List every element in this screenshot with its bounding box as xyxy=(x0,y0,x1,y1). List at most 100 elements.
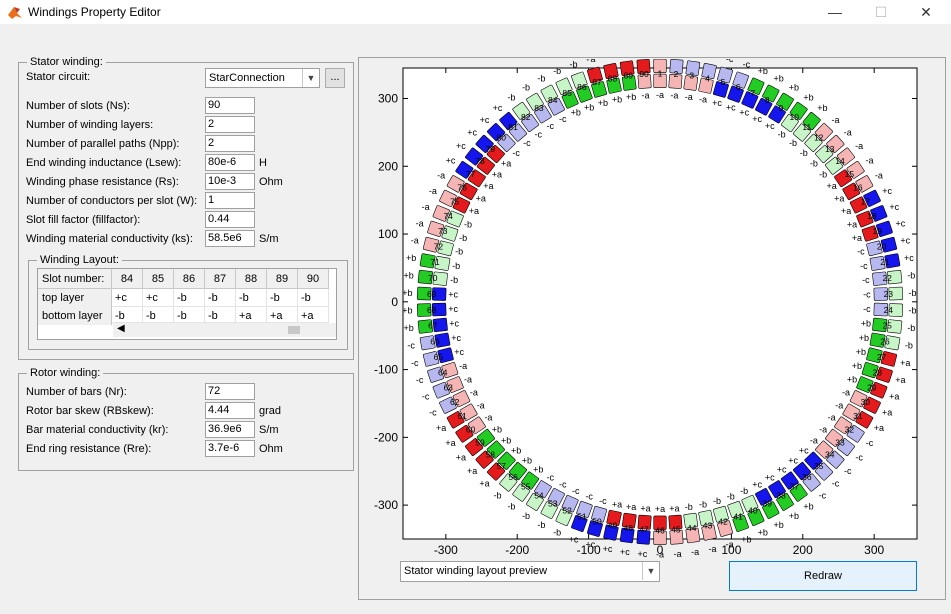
slot-number-label: 51 xyxy=(577,511,587,521)
top-phase-label: -c xyxy=(863,290,871,300)
top-phase-label: +c xyxy=(726,102,736,112)
bottom-phase-label: -a xyxy=(875,170,883,180)
rotor-field-label: Bar material conductivity (kr): xyxy=(26,424,169,436)
top-phase-label: -a xyxy=(459,361,467,371)
slot-number-label: 6 xyxy=(736,82,741,92)
top-layer-cell[interactable]: -b xyxy=(205,289,236,307)
top-phase-label: -a xyxy=(828,413,836,423)
rotor-field-input[interactable]: 36.9e6 xyxy=(205,421,255,438)
slot-number-label: 13 xyxy=(825,144,835,154)
top-phase-label: -c xyxy=(863,304,871,314)
slot-number-label: 18 xyxy=(867,211,877,221)
maximize-button[interactable]: ☐ xyxy=(858,0,904,24)
top-phase-label: -c xyxy=(547,121,555,131)
bottom-layer-cell[interactable]: -b xyxy=(143,307,174,323)
bottom-phase-label: -c xyxy=(726,59,734,64)
bottom-phase-label: +c xyxy=(585,540,595,550)
top-phase-label: -b xyxy=(713,496,721,506)
bottom-layer-cell[interactable]: +a xyxy=(236,307,267,323)
stator-field-input[interactable]: 2 xyxy=(205,116,255,133)
bottom-phase-label: -a xyxy=(437,170,445,180)
top-phase-label: +b xyxy=(626,92,636,102)
top-phase-label: -a xyxy=(810,435,818,445)
slot-number-label: 22 xyxy=(882,273,892,283)
slot-number-label: 5 xyxy=(721,77,726,87)
stator-field-input[interactable]: 80e-6 xyxy=(205,154,255,171)
stator-field-input[interactable]: 58.5e6 xyxy=(205,230,255,247)
bottom-layer-cell[interactable]: +a xyxy=(267,307,298,323)
slot-number-label: 70 xyxy=(428,273,438,283)
bottom-phase-label: -b xyxy=(909,306,917,316)
slot-number-label: 9 xyxy=(779,103,784,113)
top-phase-label: -b xyxy=(459,233,467,243)
bottom-layer-cell[interactable]: -b xyxy=(112,307,143,323)
bottom-layer-cell[interactable]: -b xyxy=(174,307,205,323)
stator-field-input[interactable]: 90 xyxy=(205,97,255,114)
slot-number-label: 14 xyxy=(835,156,845,166)
bottom-phase-label: -c xyxy=(422,391,430,401)
slot-number-label: 8 xyxy=(765,95,770,105)
stator-field-label: Number of winding layers: xyxy=(26,119,154,131)
slot-number-label: 81 xyxy=(508,122,518,132)
close-button[interactable]: ✕ xyxy=(903,0,949,24)
slot-number-label: 52 xyxy=(562,506,572,516)
top-phase-label: +c xyxy=(788,455,798,465)
stator-field-input[interactable]: 1 xyxy=(205,192,255,209)
rotor-field-unit: grad xyxy=(259,405,282,417)
slot-number-label: 19 xyxy=(873,226,883,236)
bottom-layer-cell[interactable]: +a xyxy=(298,307,329,323)
top-layer-cell[interactable]: -b xyxy=(267,289,298,307)
top-phase-label: +c xyxy=(451,333,461,343)
slot-number-label: 48 xyxy=(623,523,633,533)
top-phase-label: +a xyxy=(827,181,837,191)
top-layer-cell[interactable]: +c xyxy=(112,289,143,307)
stator-circuit-label: Stator circuit: xyxy=(26,71,91,83)
bottom-phase-label: +c xyxy=(456,141,466,151)
stator-field-input[interactable]: 0.44 xyxy=(205,211,255,228)
browse-circuit-button[interactable]: ... xyxy=(325,68,345,88)
top-layer-cell[interactable]: +c xyxy=(143,289,174,307)
bottom-phase-label: +a xyxy=(882,408,892,418)
bottom-phase-label: +b xyxy=(774,74,784,84)
preview-mode-select[interactable]: Stator winding layout preview ▼ xyxy=(400,561,660,582)
stator-field-label: Winding material conductivity (ks): xyxy=(26,233,193,245)
column-header-slot: 86 xyxy=(174,269,205,289)
top-layer-cell[interactable]: -b xyxy=(298,289,329,307)
slot-number-label: 57 xyxy=(497,461,507,471)
slot-number-label: 64 xyxy=(438,367,448,377)
stator-field-input[interactable]: 2 xyxy=(205,135,255,152)
stator-field-unit: S/m xyxy=(259,233,279,245)
stator-field-input[interactable]: 10e-3 xyxy=(205,173,255,190)
top-layer-cell[interactable]: -b xyxy=(174,289,205,307)
stator-winding-legend: Stator winding: xyxy=(27,56,106,68)
slot-number-label: 17 xyxy=(861,197,871,207)
slot-number-label: 47 xyxy=(639,525,649,535)
redraw-button[interactable]: Redraw xyxy=(729,561,917,591)
window-title: Windings Property Editor xyxy=(28,5,161,19)
top-phase-label: +c xyxy=(739,108,749,118)
winding-layout-table[interactable]: Slot number: top layer bottom layer 84 +c… xyxy=(37,268,337,340)
top-phase-label: +c xyxy=(448,290,458,300)
rotor-field-input[interactable]: 72 xyxy=(205,383,255,400)
rotor-field-input[interactable]: 3.7e-6 xyxy=(205,440,255,457)
bottom-layer-cell[interactable]: -b xyxy=(205,307,236,323)
top-phase-label: +a xyxy=(669,503,679,513)
slot-number-label: 37 xyxy=(790,482,800,492)
top-phase-label: -c xyxy=(585,491,593,501)
rotor-field-input[interactable]: 4.44 xyxy=(205,402,255,419)
top-phase-label: +b xyxy=(511,446,521,456)
top-phase-label: +b xyxy=(584,102,594,112)
scrollbar-thumb[interactable] xyxy=(288,326,300,334)
bottom-phase-label: -c xyxy=(832,479,840,489)
top-phase-label: +a xyxy=(655,504,665,514)
top-phase-label: -b xyxy=(450,275,458,285)
table-horizontal-scrollbar[interactable]: ◀ ▶ xyxy=(113,323,336,337)
minimize-button[interactable]: — xyxy=(812,0,858,24)
top-phase-label: +b xyxy=(492,424,502,434)
bottom-phase-label: +c xyxy=(904,253,914,263)
slot-number-label: 11 xyxy=(802,122,811,132)
top-phase-label: -a xyxy=(484,413,492,423)
top-layer-cell[interactable]: -b xyxy=(236,289,267,307)
stator-circuit-select[interactable]: StarConnection ▼ xyxy=(205,68,320,88)
bottom-phase-label: +b xyxy=(402,288,412,298)
